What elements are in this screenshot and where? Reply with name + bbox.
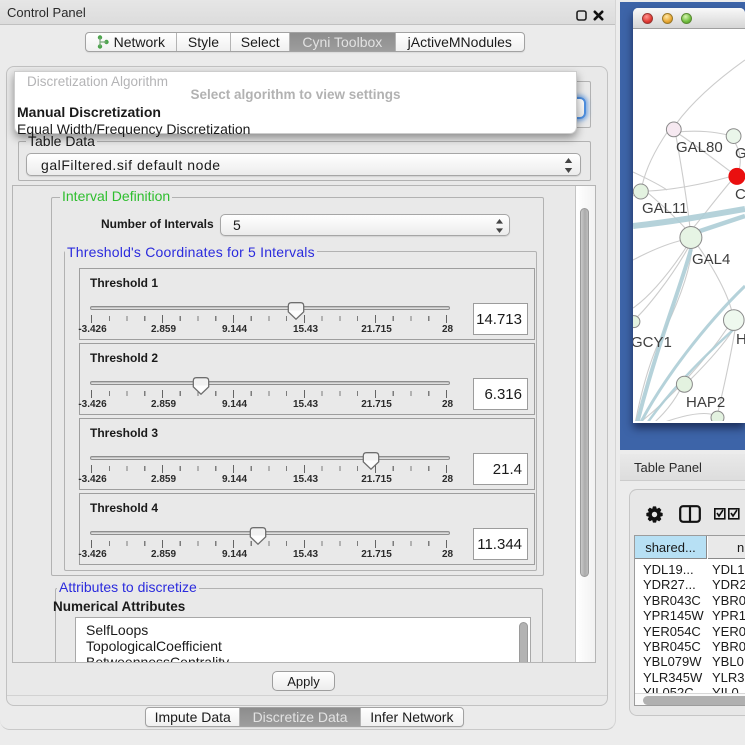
svg-text:GAL80: GAL80 — [676, 139, 723, 156]
svg-text:GAL11: GAL11 — [642, 200, 688, 217]
svg-text:GA: GA — [735, 145, 745, 162]
svg-text:HAP2: HAP2 — [686, 394, 725, 411]
svg-text:GAL4: GAL4 — [692, 251, 730, 268]
svg-text:GCY1: GCY1 — [633, 334, 672, 351]
svg-text:H: H — [736, 331, 745, 348]
svg-text:C: C — [735, 186, 745, 203]
